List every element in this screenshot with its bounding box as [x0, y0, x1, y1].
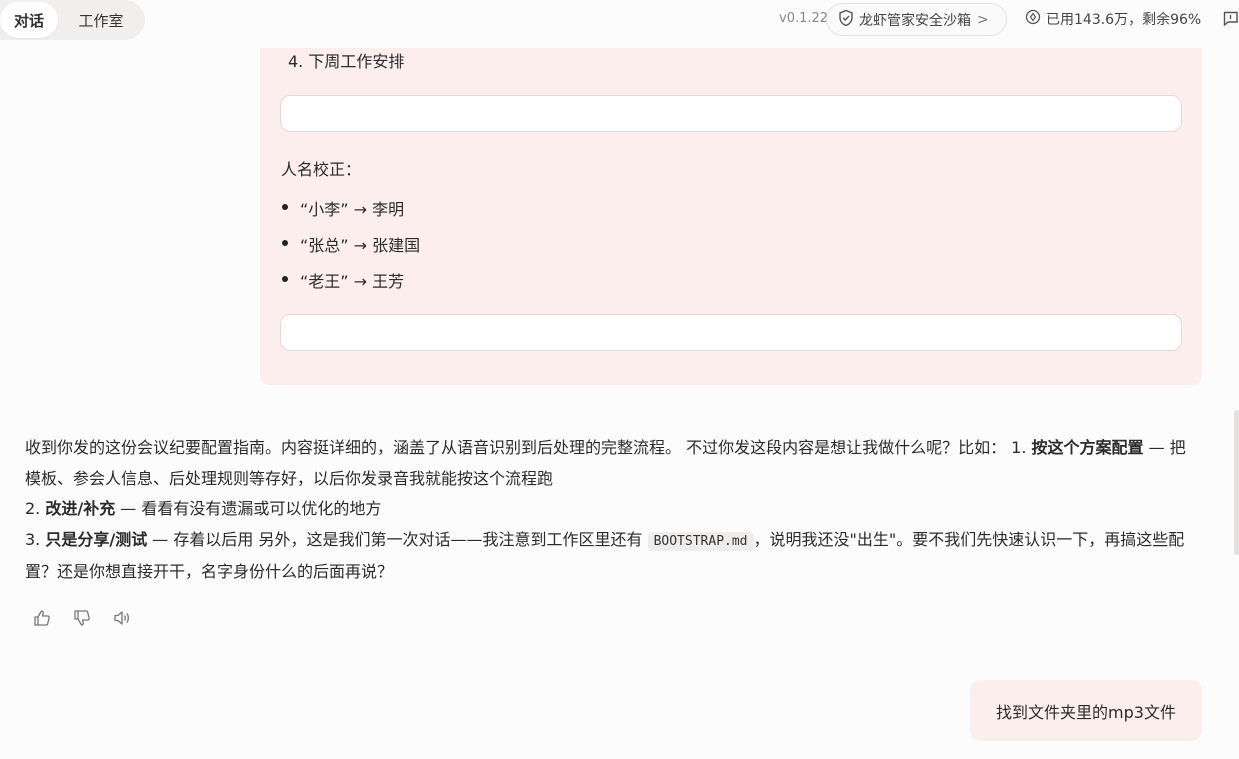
list-item-text: “小李” → 李明: [300, 200, 405, 219]
list-item-text: “老王” → 王芳: [300, 272, 405, 291]
sandbox-button[interactable]: 龙虾管家安全沙箱 >: [826, 3, 1007, 36]
tab-chat[interactable]: 对话: [0, 2, 58, 38]
quota-label: 已用143.6万，剩余96%: [1046, 12, 1202, 28]
token-icon: [1025, 9, 1041, 29]
bullet-icon: [282, 204, 288, 210]
version-label: v0.1.22: [779, 11, 829, 26]
list-item: “小李” → 李明: [282, 196, 420, 232]
reply-bold: 按这个方案配置: [1031, 438, 1144, 457]
divider-box: [280, 314, 1182, 351]
sandbox-label: 龙虾管家安全沙箱: [859, 12, 971, 29]
list-item: 4. 下周工作安排: [288, 52, 405, 71]
reply-actions: [32, 606, 152, 630]
speaker-icon[interactable]: [112, 606, 152, 630]
tab-studio[interactable]: 工作室: [62, 2, 140, 38]
thumbs-down-icon[interactable]: [72, 606, 112, 630]
list-item: “张总” → 张建国: [282, 232, 420, 268]
scrollbar-thumb[interactable]: [1234, 410, 1239, 555]
usage-quota: 已用143.6万，剩余96%: [1025, 9, 1201, 29]
feedback-icon[interactable]: [1222, 10, 1239, 31]
list-item: “老王” → 王芳: [282, 268, 420, 304]
name-corrections-list: “小李” → 李明 “张总” → 张建国 “老王” → 王芳: [282, 196, 420, 304]
assistant-reply: 收到你发的这份会议纪要配置指南。内容挺详细的，涵盖了从语音识别到后处理的完整流程…: [25, 433, 1195, 588]
reply-text: — 看看有没有遗漏或可以优化的地方: [115, 499, 382, 518]
list-item-text: “张总” → 张建国: [300, 236, 421, 255]
top-bar: 对话 工作室 v0.1.22 龙虾管家安全沙箱 > 已用143.6万，剩余96%: [0, 0, 1239, 48]
reply-bold: 改进/补充: [45, 499, 116, 518]
reply-text: 2.: [25, 499, 46, 518]
reply-text: 3.: [25, 529, 46, 549]
reply-text: — 存着以后用 另外，这是我们第一次对话——我注意到工作区里还有: [147, 529, 648, 549]
reply-text: 收到你发的这份会议纪要配置指南。内容挺详细的，涵盖了从语音识别到后处理的完整流程…: [25, 438, 1032, 457]
bullet-icon: [282, 240, 288, 246]
divider-box: [280, 95, 1182, 132]
reply-bold: 只是分享/测试: [45, 529, 148, 549]
bullet-icon: [282, 276, 288, 282]
shield-check-icon: [837, 9, 855, 31]
thumbs-up-icon[interactable]: [32, 606, 72, 630]
chevron-right-icon: >: [977, 11, 989, 28]
inline-code: BOOTSTRAP.md: [647, 531, 754, 551]
section-heading: 人名校正：: [281, 160, 362, 179]
user-message-text: 找到文件夹里的mp3文件: [996, 702, 1176, 722]
mode-tabs: 对话 工作室: [0, 0, 145, 40]
user-message-bubble: 找到文件夹里的mp3文件: [970, 680, 1202, 741]
